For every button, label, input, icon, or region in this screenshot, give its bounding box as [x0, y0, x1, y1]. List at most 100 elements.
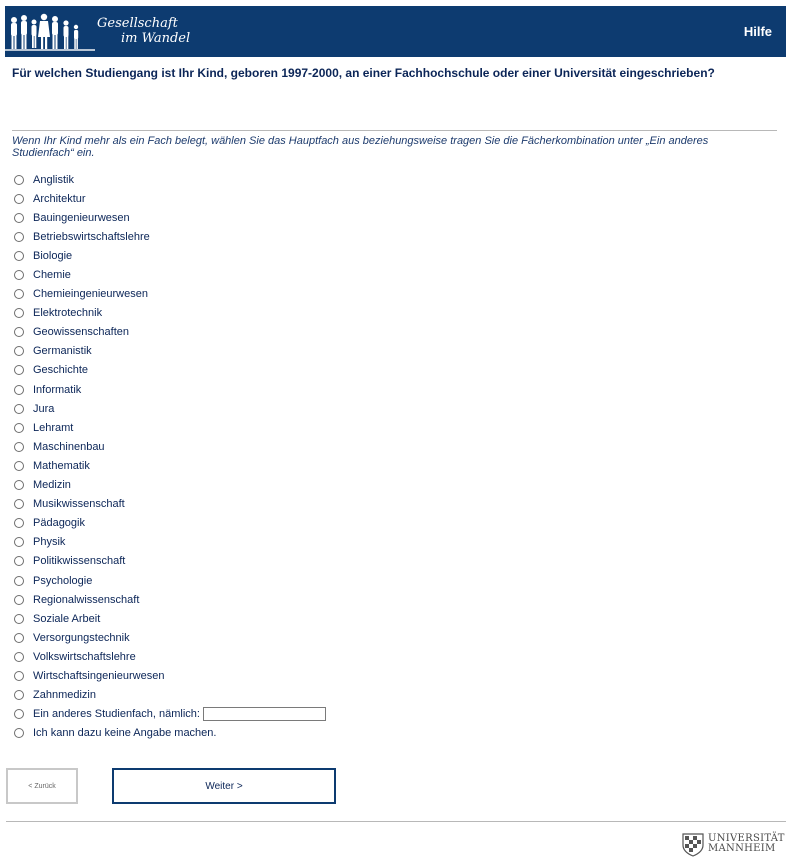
back-button[interactable]: < Zurück	[6, 768, 78, 804]
option-label: Geschichte	[33, 364, 89, 377]
option-label: Politikwissenschaft	[33, 555, 126, 568]
radio-button[interactable]	[14, 728, 24, 739]
option-soziale-arbeit[interactable]: Soziale Arbeit	[14, 609, 326, 628]
radio-button[interactable]	[14, 403, 24, 414]
radio-button[interactable]	[14, 384, 24, 395]
university-name: UNIVERSITÄT MANNHEIM	[708, 834, 785, 854]
option-label: Betriebswirtschaftslehre	[33, 230, 150, 243]
option-label: Chemie	[33, 269, 71, 282]
option-chemie[interactable]: Chemie	[14, 265, 326, 284]
radio-button[interactable]	[14, 575, 24, 586]
option-label: Germanistik	[33, 345, 92, 358]
radio-button[interactable]	[14, 632, 24, 643]
next-button[interactable]: Weiter >	[112, 768, 336, 804]
gesellschaft-im-wandel-logo: Gesellschaft im Wandel	[5, 6, 205, 57]
option-label: Ein anderes Studienfach, nämlich:	[33, 708, 200, 721]
option-geschichte[interactable]: Geschichte	[14, 361, 326, 380]
option-lehramt[interactable]: Lehramt	[14, 418, 326, 437]
radio-button[interactable]	[14, 556, 24, 567]
option-chemieingenieurwesen[interactable]: Chemieingenieurwesen	[14, 285, 326, 304]
question-divider	[12, 130, 777, 131]
option-geowissenschaften[interactable]: Geowissenschaften	[14, 323, 326, 342]
option-versorgungstechnik[interactable]: Versorgungstechnik	[14, 628, 326, 647]
university-crest-icon	[682, 833, 704, 857]
logo-line-1: Gesellschaft	[97, 16, 178, 31]
radio-button[interactable]	[14, 537, 24, 548]
option-physik[interactable]: Physik	[14, 533, 326, 552]
option-label: Lehramt	[33, 421, 74, 434]
radio-button[interactable]	[14, 250, 24, 261]
option-maschinenbau[interactable]: Maschinenbau	[14, 437, 326, 456]
help-link[interactable]: Hilfe	[744, 24, 772, 39]
radio-button[interactable]	[14, 480, 24, 491]
option-label: Mathematik	[33, 459, 90, 472]
option-medizin[interactable]: Medizin	[14, 476, 326, 495]
option-label: Maschinenbau	[33, 440, 105, 453]
option-no-answer[interactable]: Ich kann dazu keine Angabe machen.	[14, 724, 326, 743]
option-label: Bauingenieurwesen	[33, 211, 130, 224]
option-zahnmedizin[interactable]: Zahnmedizin	[14, 686, 326, 705]
radio-button[interactable]	[14, 594, 24, 605]
option-germanistik[interactable]: Germanistik	[14, 342, 326, 361]
radio-button[interactable]	[14, 365, 24, 376]
option-psychologie[interactable]: Psychologie	[14, 571, 326, 590]
option-musikwissenschaft[interactable]: Musikwissenschaft	[14, 495, 326, 514]
option-mathematik[interactable]: Mathematik	[14, 456, 326, 475]
option-label: Chemieingenieurwesen	[33, 288, 148, 301]
option-label: Architektur	[33, 192, 86, 205]
option-label: Soziale Arbeit	[33, 612, 101, 625]
option-label: Pädagogik	[33, 517, 85, 530]
option-wirtschaftsingenieurwesen[interactable]: Wirtschaftsingenieurwesen	[14, 666, 326, 685]
radio-button[interactable]	[14, 709, 24, 720]
university-line-2: MANNHEIM	[708, 843, 776, 854]
radio-button[interactable]	[14, 499, 24, 510]
header-bar: Gesellschaft im Wandel Hilfe	[5, 6, 786, 57]
radio-button[interactable]	[14, 460, 24, 471]
option-label: Medizin	[33, 479, 71, 492]
option-label: Physik	[33, 536, 66, 549]
option-betriebswirtschaftslehre[interactable]: Betriebswirtschaftslehre	[14, 227, 326, 246]
option-label: Elektrotechnik	[33, 307, 103, 320]
footer-divider	[6, 821, 786, 822]
option-other-subject[interactable]: Ein anderes Studienfach, nämlich:	[14, 705, 326, 724]
option-label: Volkswirtschaftslehre	[33, 650, 136, 663]
option-paedagogik[interactable]: Pädagogik	[14, 514, 326, 533]
radio-button[interactable]	[14, 346, 24, 357]
radio-button[interactable]	[14, 289, 24, 300]
option-label: Jura	[33, 402, 55, 415]
radio-button[interactable]	[14, 308, 24, 319]
logo-text: Gesellschaft im Wandel	[97, 16, 190, 46]
option-biologie[interactable]: Biologie	[14, 246, 326, 265]
option-label: Versorgungstechnik	[33, 631, 130, 644]
option-jura[interactable]: Jura	[14, 399, 326, 418]
radio-button[interactable]	[14, 231, 24, 242]
option-label: Psychologie	[33, 574, 93, 587]
option-label: Regionalwissenschaft	[33, 593, 140, 606]
option-informatik[interactable]: Informatik	[14, 380, 326, 399]
radio-button[interactable]	[14, 518, 24, 529]
radio-button[interactable]	[14, 212, 24, 223]
radio-button[interactable]	[14, 670, 24, 681]
radio-button[interactable]	[14, 193, 24, 204]
option-label: Informatik	[33, 383, 82, 396]
option-elektrotechnik[interactable]: Elektrotechnik	[14, 304, 326, 323]
university-logo: UNIVERSITÄT MANNHEIM	[681, 831, 785, 857]
radio-button[interactable]	[14, 422, 24, 433]
radio-button[interactable]	[14, 613, 24, 624]
other-subject-input[interactable]	[202, 707, 326, 722]
option-bauingenieurwesen[interactable]: Bauingenieurwesen	[14, 208, 326, 227]
option-label: Musikwissenschaft	[33, 498, 125, 511]
silhouette-figures-icon	[5, 13, 95, 51]
radio-button[interactable]	[14, 174, 24, 185]
radio-button[interactable]	[14, 270, 24, 281]
radio-button[interactable]	[14, 690, 24, 701]
radio-button[interactable]	[14, 327, 24, 338]
option-volkswirtschaftslehre[interactable]: Volkswirtschaftslehre	[14, 647, 326, 666]
option-architektur[interactable]: Architektur	[14, 189, 326, 208]
option-label: Biologie	[33, 249, 73, 262]
option-regionalwissenschaft[interactable]: Regionalwissenschaft	[14, 590, 326, 609]
option-politikwissenschaft[interactable]: Politikwissenschaft	[14, 552, 326, 571]
radio-button[interactable]	[14, 441, 24, 452]
option-anglistik[interactable]: Anglistik	[14, 170, 326, 189]
radio-button[interactable]	[14, 651, 24, 662]
